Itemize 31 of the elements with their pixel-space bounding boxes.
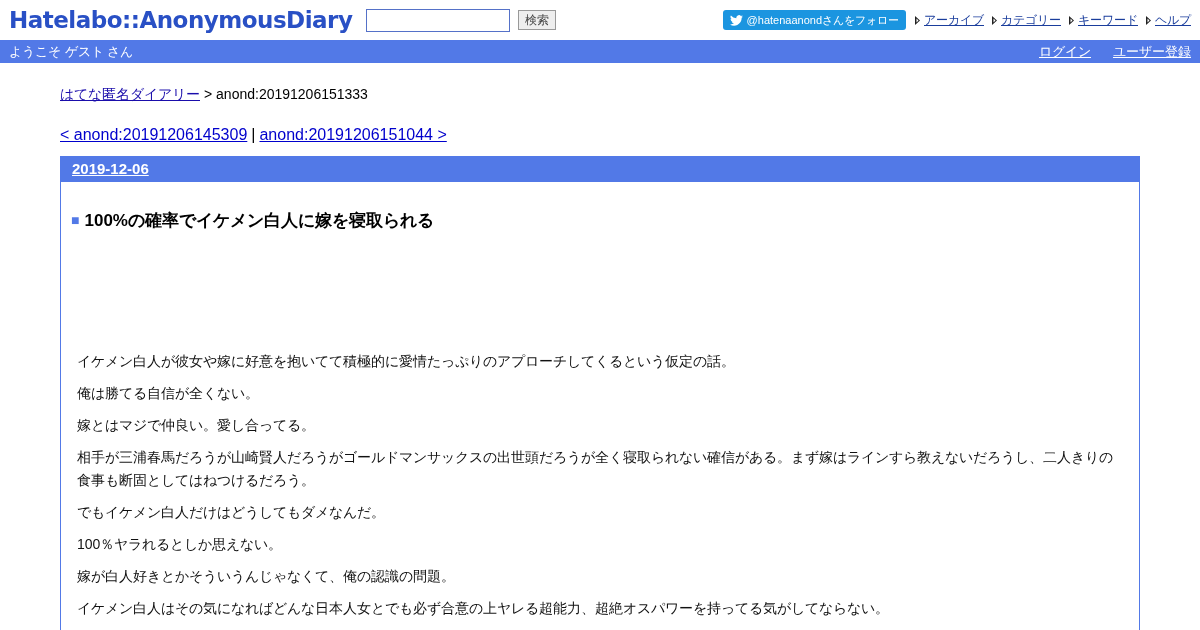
entry-title: 100%の確率でイケメン白人に嫁を寝取られる xyxy=(84,210,434,232)
nav-link[interactable]: アーカイブ xyxy=(924,11,984,29)
search-field[interactable] xyxy=(366,8,511,32)
paragraph: 相手が三浦春馬だろうが山崎賢人だろうがゴールドマンサックスの出世頭だろうが全く寝取られない確信がある。まず嫁はラインすら教えないだろうし、二人きりの食事も断固としてはねつけるだろう。 xyxy=(77,447,1114,490)
site-logo[interactable]: Hatelabo::AnonymousDiary xyxy=(9,8,353,32)
arrow-icon xyxy=(1146,15,1152,25)
paragraph: 嫁が白人好きとかそういうんじゃなくて、俺の認識の問題。 xyxy=(77,566,456,586)
nav-link[interactable]: キーワード xyxy=(1078,11,1138,29)
nav-link[interactable]: ヘルプ xyxy=(1155,11,1191,29)
paragraph: 100％ヤラれるとしか思えない。 xyxy=(77,534,284,554)
welcome-text: ようこそ ゲスト さん xyxy=(9,42,134,61)
paragraph: でもイケメン白人だけはどうしてもダメなんだ。 xyxy=(77,502,386,522)
date-link[interactable]: 2019-12-06 xyxy=(72,158,149,181)
arrow-icon xyxy=(992,15,998,25)
account-link[interactable]: ユーザー登録 xyxy=(1113,41,1191,62)
bird-icon xyxy=(729,14,743,26)
breadcrumb-link[interactable]: はてな匿名ダイアリー xyxy=(60,84,200,105)
next-link[interactable]: anond:20191206151044 > xyxy=(259,123,447,147)
separator: | xyxy=(251,125,256,145)
arrow-icon xyxy=(1069,15,1075,25)
paragraph: 嫁とはマジで仲良い。愛し合ってる。 xyxy=(77,415,316,435)
account-link[interactable]: ログイン xyxy=(1039,41,1091,62)
paragraph: イケメン白人はその気になればどんな日本人女とでも必ず合意の上ヤレる超能力、超絶オスパワーを持ってる気がしてならない。 xyxy=(77,598,890,618)
search-button[interactable]: 検索 xyxy=(518,10,557,30)
paragraph: 俺は勝てる自信が全くない。 xyxy=(77,383,260,403)
breadcrumb-current: > anond:20191206151333 xyxy=(204,85,368,104)
prev-link[interactable]: < anond:20191206145309 xyxy=(60,123,248,147)
arrow-icon xyxy=(915,15,921,25)
paragraph: イケメン白人が彼女や嫁に好意を抱いてて積極的に愛情たっぷりのアプローチしてくるという仮定の話。 xyxy=(77,351,736,371)
title-mark[interactable]: ■ xyxy=(71,210,80,232)
nav-link[interactable]: カテゴリー xyxy=(1001,11,1061,29)
